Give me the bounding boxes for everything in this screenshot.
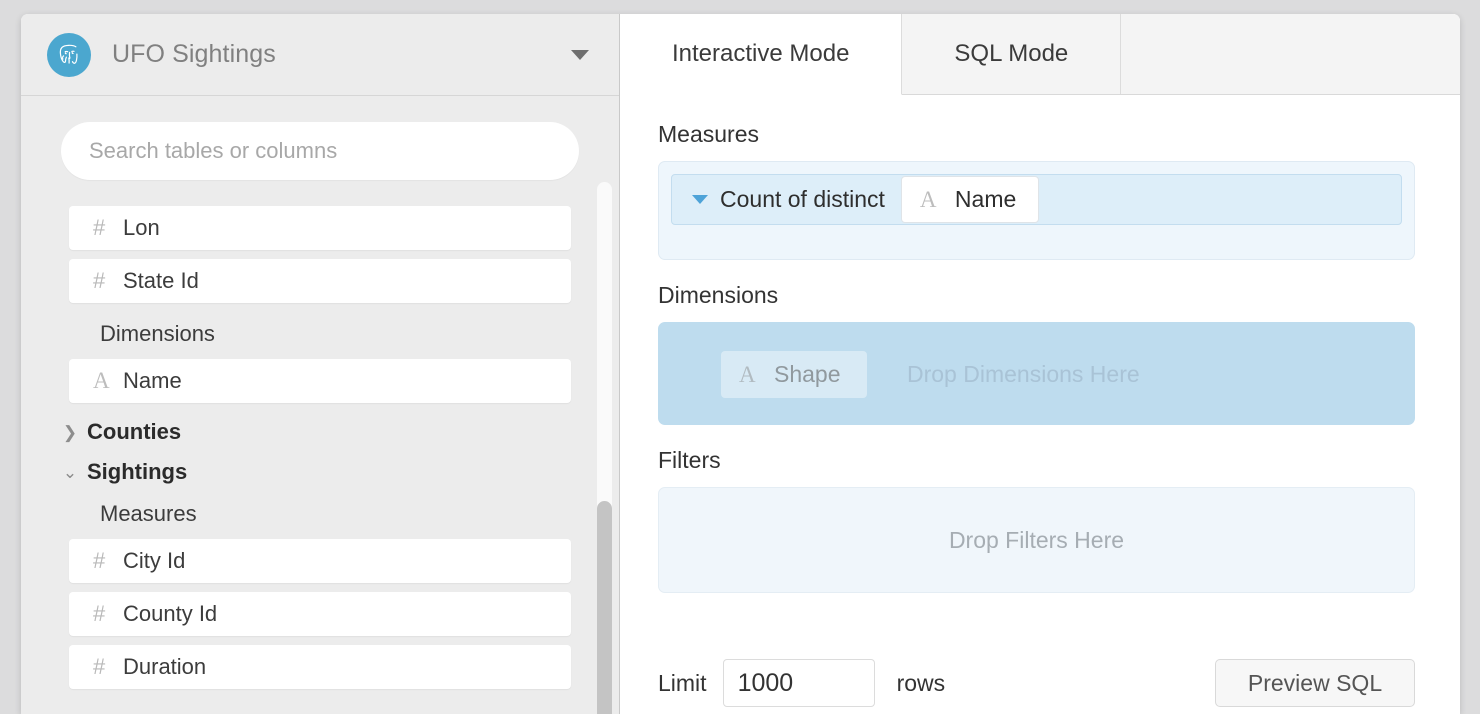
database-selector[interactable]: UFO Sightings <box>21 14 619 96</box>
preview-sql-button[interactable]: Preview SQL <box>1215 659 1415 707</box>
table-node-sightings[interactable]: ⌄ Sightings <box>47 452 593 492</box>
column-label: City Id <box>123 548 186 573</box>
chevron-down-icon[interactable] <box>571 49 589 60</box>
query-builder: Measures Count of distinct A Name Dimens… <box>620 95 1460 634</box>
limit-input[interactable] <box>722 659 875 707</box>
query-footer: Limit rows Preview SQL <box>620 652 1460 714</box>
filters-drop-hint: Drop Filters Here <box>948 526 1125 553</box>
text-icon: A <box>739 361 756 387</box>
schema-sidebar: UFO Sightings # Lon # State Id Dimension… <box>21 14 620 714</box>
query-panel: Interactive Mode SQL Mode Measures Count… <box>620 14 1460 714</box>
dimensions-drop-hint: Drop Dimensions Here <box>907 361 1140 387</box>
filters-dropzone[interactable]: Drop Filters Here <box>658 487 1415 593</box>
column-item-state-id[interactable]: # State Id <box>69 259 571 303</box>
dimensions-dropzone[interactable]: Drop Dimensions Here A Shape <box>658 322 1415 425</box>
column-label: Duration <box>123 654 207 679</box>
column-label: County Id <box>123 601 218 626</box>
column-item-lon[interactable]: # Lon <box>69 206 571 250</box>
field-label: Name <box>954 186 1017 212</box>
table-label: Counties <box>87 419 182 444</box>
aggregate-label: Count of distinct <box>720 186 885 212</box>
column-item-county-id[interactable]: # County Id <box>69 592 571 636</box>
mode-tabs: Interactive Mode SQL Mode <box>620 14 1460 95</box>
caret-down-icon[interactable] <box>692 195 708 204</box>
dimensions-section: Dimensions Drop Dimensions Here A Shape <box>658 282 1415 425</box>
group-label-measures: Measures <box>100 501 197 526</box>
column-label: Lon <box>123 215 160 240</box>
chevron-right-icon: ❯ <box>62 422 78 442</box>
column-label: Name <box>123 368 182 393</box>
dragging-chip-label: Shape <box>774 361 841 387</box>
number-icon: # <box>93 268 106 293</box>
tab-interactive-mode[interactable]: Interactive Mode <box>620 14 903 95</box>
postgresql-elephant-icon <box>47 32 91 77</box>
rows-label: rows <box>896 669 946 696</box>
number-icon: # <box>93 601 106 626</box>
measure-pill-count-of-distinct-name[interactable]: Count of distinct A Name <box>671 174 1402 225</box>
filters-section: Filters Drop Filters Here <box>658 447 1415 593</box>
column-label: State Id <box>123 268 199 293</box>
query-builder-window: UFO Sightings # Lon # State Id Dimension… <box>21 14 1460 714</box>
filters-title: Filters <box>658 447 721 473</box>
search-input[interactable] <box>61 122 579 180</box>
sidebar-scroll-area: # Lon # State Id Dimensions A Name ❯ Cou… <box>21 96 619 714</box>
measures-dropzone[interactable]: Count of distinct A Name <box>658 161 1415 260</box>
measures-section: Measures Count of distinct A Name <box>658 121 1415 260</box>
table-label: Sightings <box>87 459 188 484</box>
column-item-duration[interactable]: # Duration <box>69 645 571 689</box>
number-icon: # <box>93 548 106 573</box>
group-label-dimensions: Dimensions <box>100 321 215 346</box>
schema-tree: # Lon # State Id Dimensions A Name ❯ Cou… <box>21 206 619 689</box>
dragging-chip-shape: A Shape <box>721 351 867 398</box>
number-icon: # <box>93 654 106 679</box>
measures-title: Measures <box>658 121 759 147</box>
database-name: UFO Sightings <box>112 40 276 68</box>
dimensions-title: Dimensions <box>658 282 779 308</box>
tab-sql-mode[interactable]: SQL Mode <box>902 14 1122 94</box>
text-icon: A <box>919 186 937 212</box>
text-icon: A <box>93 368 110 393</box>
column-item-city-id[interactable]: # City Id <box>69 539 571 583</box>
table-node-counties[interactable]: ❯ Counties <box>47 412 593 452</box>
chevron-down-icon: ⌄ <box>62 462 78 482</box>
limit-label: Limit <box>658 669 707 696</box>
field-chip[interactable]: A Name <box>900 176 1040 223</box>
tab-label: SQL Mode <box>954 40 1069 67</box>
tab-label: Interactive Mode <box>672 40 850 67</box>
number-icon: # <box>93 215 106 240</box>
sidebar-scrollbar-thumb[interactable] <box>597 501 612 714</box>
column-item-name[interactable]: A Name <box>69 359 571 403</box>
